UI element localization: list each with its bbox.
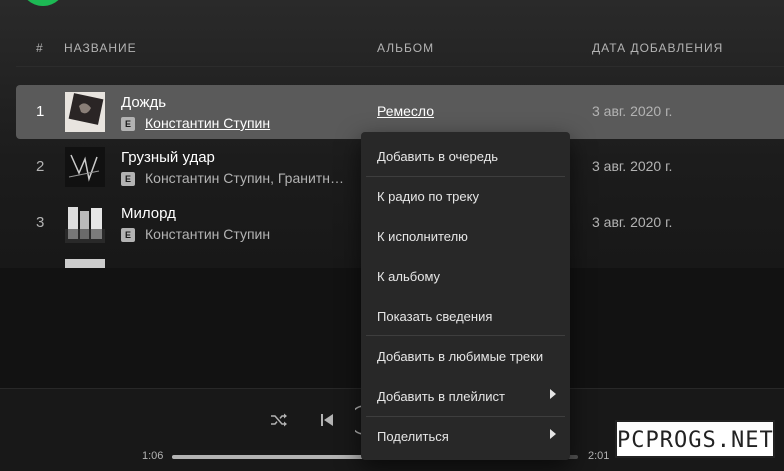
elapsed-time: 1:06 — [142, 450, 164, 462]
track-number: 2 — [36, 158, 45, 175]
track-title[interactable]: Грузный удар — [121, 149, 215, 166]
explicit-badge: E — [121, 117, 135, 131]
total-time: 2:01 — [588, 450, 610, 462]
menu-divider — [366, 335, 565, 336]
menu-item-add-to-liked[interactable]: Добавить в любимые треки — [361, 337, 570, 375]
track-title[interactable]: Милорд — [121, 205, 176, 222]
track-artist[interactable]: Константин Ступин, Гранитн… — [145, 170, 344, 186]
menu-item-share[interactable]: Поделиться — [361, 417, 570, 455]
menu-item-go-to-artist[interactable]: К исполнителю — [361, 217, 570, 255]
submenu-arrow-icon — [550, 389, 556, 399]
album-cover — [65, 203, 105, 243]
album-cover — [65, 259, 105, 268]
track-row[interactable]: 1 Дождь E Константин Ступин Ремесло 3 ав… — [16, 85, 784, 139]
header-num: # — [36, 41, 44, 55]
menu-item-add-to-playlist[interactable]: Добавить в плейлист — [361, 377, 570, 415]
watermark: PCPROGS.NET — [615, 420, 775, 458]
explicit-badge: E — [121, 172, 135, 186]
submenu-arrow-icon — [550, 429, 556, 439]
track-number: 3 — [36, 214, 45, 231]
track-artist[interactable]: Константин Ступин — [145, 115, 270, 131]
header-title[interactable]: НАЗВАНИЕ — [64, 41, 137, 55]
tracklist-header: # НАЗВАНИЕ АЛЬБОМ ДАТА ДОБАВЛЕНИЯ — [0, 38, 784, 66]
track-artist[interactable]: Константин Ступин — [145, 226, 270, 242]
track-number: 1 — [36, 103, 45, 120]
album-cover — [65, 147, 105, 187]
header-album[interactable]: АЛЬБОМ — [377, 41, 434, 55]
header-divider — [16, 66, 784, 67]
menu-item-go-to-album[interactable]: К альбому — [361, 257, 570, 295]
track-date-added: 3 авг. 2020 г. — [592, 214, 673, 230]
album-cover — [65, 92, 105, 132]
explicit-badge: E — [121, 228, 135, 242]
menu-item-add-to-queue[interactable]: Добавить в очередь — [361, 137, 570, 175]
track-date-added: 3 авг. 2020 г. — [592, 103, 673, 119]
track-date-added: 3 авг. 2020 г. — [592, 158, 673, 174]
shuffle-icon[interactable] — [270, 412, 288, 433]
menu-item-track-radio[interactable]: К радио по треку — [361, 177, 570, 215]
header-date-added[interactable]: ДАТА ДОБАВЛЕНИЯ — [592, 41, 723, 55]
menu-item-show-credits[interactable]: Показать сведения — [361, 297, 570, 335]
track-title[interactable]: Дождь — [121, 94, 166, 111]
previous-icon[interactable] — [320, 412, 334, 433]
track-album[interactable]: Ремесло — [377, 103, 434, 119]
context-menu: Добавить в очередь К радио по треку К ис… — [361, 132, 570, 460]
